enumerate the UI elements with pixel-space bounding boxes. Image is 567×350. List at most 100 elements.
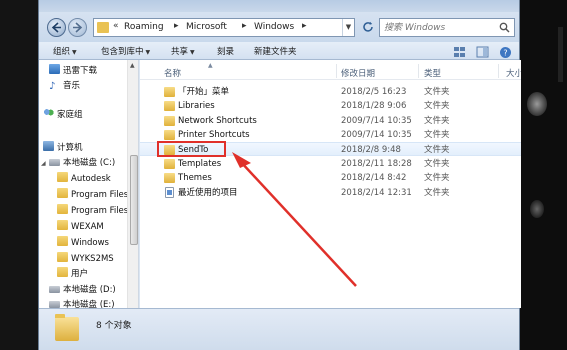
file-list: ▲ 名称 修改日期 类型 大小 「开始」菜单 2018/2/5 16:23 文件… xyxy=(140,60,521,308)
folder-icon xyxy=(57,267,68,277)
desktop-background-left xyxy=(0,0,38,350)
table-row[interactable]: 「开始」菜单 2018/2/5 16:23 文件夹 xyxy=(140,85,521,99)
folder-icon xyxy=(57,188,68,198)
nav-item-autodesk[interactable]: Autodesk xyxy=(57,172,111,186)
breadcrumb-roaming[interactable]: Roaming xyxy=(124,22,164,32)
homegroup-icon xyxy=(43,108,54,118)
table-row[interactable]: Templates 2018/2/11 18:28 文件夹 xyxy=(140,157,521,171)
nav-item-program-files-x86[interactable]: Program Files xyxy=(57,204,128,218)
status-bar: 8 个对象 xyxy=(39,308,519,350)
column-type[interactable]: 类型 xyxy=(424,67,441,79)
file-type: 文件夹 xyxy=(424,87,450,97)
organize-menu[interactable]: 组织 ▼ xyxy=(53,45,77,57)
nav-item-drive-d[interactable]: 本地磁盘 (D:) xyxy=(49,283,116,297)
scroll-up-icon[interactable]: ▲ xyxy=(130,62,135,69)
annotation-highlight-box xyxy=(157,141,226,157)
table-row[interactable]: Libraries 2018/1/28 9:06 文件夹 xyxy=(140,99,521,113)
nav-item-label: 家庭组 xyxy=(57,110,83,120)
column-size[interactable]: 大小 xyxy=(506,67,521,79)
view-controls: ? xyxy=(449,44,513,58)
table-row[interactable]: Printer Shortcuts 2009/7/14 10:35 文件夹 xyxy=(140,128,521,142)
organize-label: 组织 xyxy=(53,47,71,57)
nav-item-label: Windows xyxy=(71,238,109,248)
folder-icon xyxy=(57,236,68,246)
preview-pane-icon[interactable] xyxy=(476,44,490,58)
include-in-library-menu[interactable]: 包含到库中 ▼ xyxy=(101,45,150,57)
file-date: 2018/2/5 16:23 xyxy=(341,87,407,97)
burn-button[interactable]: 刻录 xyxy=(217,45,234,57)
forward-button[interactable] xyxy=(68,18,87,37)
file-name: Themes xyxy=(178,173,212,183)
refresh-button[interactable] xyxy=(359,18,377,37)
nav-item-users[interactable]: 用户 xyxy=(57,267,88,281)
folder-icon xyxy=(164,87,175,97)
refresh-icon xyxy=(363,21,373,32)
table-row[interactable]: Themes 2018/2/14 8:42 文件夹 xyxy=(140,171,521,185)
breadcrumb-separator-icon[interactable]: ▸ xyxy=(174,21,179,31)
arrow-right-icon xyxy=(73,22,83,33)
expand-arrow-icon[interactable]: ◢ xyxy=(41,157,49,171)
new-folder-button[interactable]: 新建文件夹 xyxy=(254,45,297,57)
column-divider[interactable] xyxy=(336,64,337,78)
address-bar[interactable]: « Roaming ▸ Microsoft ▸ Windows ▸ ▼ xyxy=(93,18,355,37)
nav-item-windows[interactable]: Windows xyxy=(57,236,109,250)
nav-item-drive-c[interactable]: ◢ 本地磁盘 (C:) xyxy=(41,156,115,170)
nav-item-label: 本地磁盘 (D:) xyxy=(63,285,116,295)
nav-item-program-files[interactable]: Program Files xyxy=(57,188,128,202)
svg-text:?: ? xyxy=(503,49,507,58)
share-label: 共享 xyxy=(171,47,189,57)
file-date: 2009/7/14 10:35 xyxy=(341,116,412,126)
address-dropdown-button[interactable]: ▼ xyxy=(342,19,354,36)
help-icon[interactable]: ? xyxy=(499,44,513,58)
file-name: Libraries xyxy=(178,101,215,111)
title-bar[interactable] xyxy=(39,0,519,12)
column-name[interactable]: 名称 xyxy=(164,67,181,79)
file-date: 2009/7/14 10:35 xyxy=(341,130,412,140)
back-button[interactable] xyxy=(47,18,66,37)
nav-item-drive-e[interactable]: 本地磁盘 (E:) xyxy=(49,298,115,308)
nav-item-homegroup[interactable]: 家庭组 xyxy=(43,108,83,122)
search-box[interactable] xyxy=(379,18,515,37)
table-row[interactable]: 最近使用的项目 2018/2/14 12:31 文件夹 xyxy=(140,186,521,200)
nav-item-music[interactable]: ♪ 音乐 xyxy=(49,79,80,93)
search-icon[interactable] xyxy=(499,22,510,33)
breadcrumb-microsoft[interactable]: Microsoft xyxy=(186,22,227,32)
nav-item-wyks2ms[interactable]: WYKS2MS xyxy=(57,252,114,266)
nav-item-label: 本地磁盘 (E:) xyxy=(63,300,115,308)
nav-item-label: 本地磁盘 (C:) xyxy=(63,158,116,168)
file-name: Templates xyxy=(178,159,222,169)
breadcrumb-separator-icon[interactable]: ▸ xyxy=(302,21,307,31)
download-icon xyxy=(49,64,60,74)
music-icon: ♪ xyxy=(49,81,56,92)
breadcrumb-separator-icon[interactable]: ▸ xyxy=(242,21,247,31)
column-divider[interactable] xyxy=(418,64,419,78)
view-options-icon[interactable] xyxy=(453,44,467,57)
nav-item-computer[interactable]: 计算机 xyxy=(43,141,83,155)
breadcrumb-separator-icon[interactable]: « xyxy=(113,21,119,31)
nav-scrollbar-thumb[interactable] xyxy=(130,155,138,245)
column-header: ▲ 名称 修改日期 类型 大小 xyxy=(140,62,521,80)
folder-icon xyxy=(164,130,175,140)
column-divider[interactable] xyxy=(498,64,499,78)
nav-item-wexam[interactable]: WEXAM xyxy=(57,220,104,234)
sort-caret-icon: ▲ xyxy=(208,62,213,69)
folder-icon xyxy=(57,220,68,230)
folder-icon xyxy=(55,314,79,341)
nav-item-downloads[interactable]: 迅雷下载 xyxy=(49,64,97,78)
file-date: 2018/1/28 9:06 xyxy=(341,101,407,111)
search-input[interactable] xyxy=(384,21,492,34)
nav-scrollbar[interactable]: ▲ xyxy=(127,60,138,308)
table-row[interactable]: Network Shortcuts 2009/7/14 10:35 文件夹 xyxy=(140,114,521,128)
nav-item-label: WYKS2MS xyxy=(71,254,114,264)
file-type: 文件夹 xyxy=(424,101,450,111)
column-date[interactable]: 修改日期 xyxy=(341,67,375,79)
folder-icon xyxy=(164,173,175,183)
share-menu[interactable]: 共享 ▼ xyxy=(171,45,195,57)
file-name: 「开始」菜单 xyxy=(178,87,230,97)
desktop-edge-mark xyxy=(558,27,563,82)
breadcrumb-windows[interactable]: Windows xyxy=(254,22,294,32)
folder-icon xyxy=(57,172,68,182)
folder-icon xyxy=(57,204,68,214)
file-name: Network Shortcuts xyxy=(178,116,257,126)
nav-item-label: Autodesk xyxy=(71,174,111,184)
